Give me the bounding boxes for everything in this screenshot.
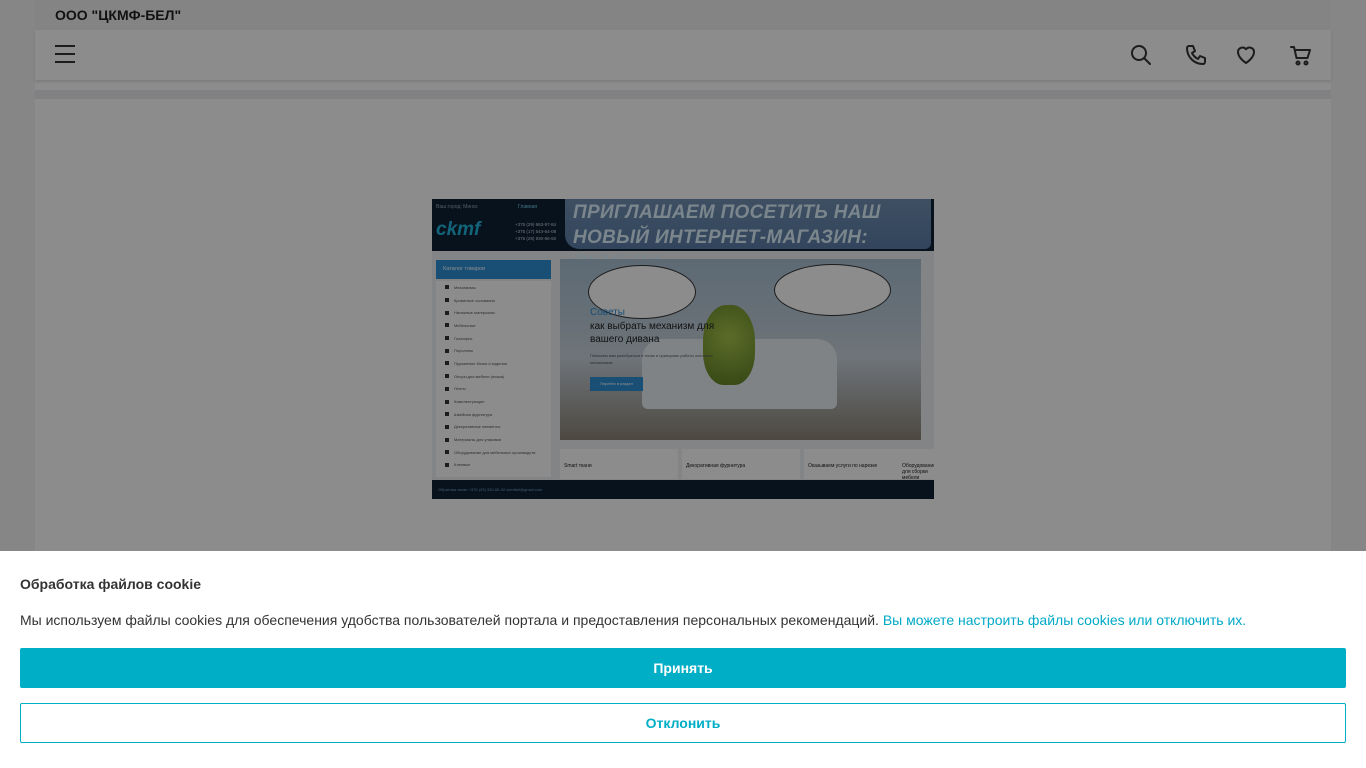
cookie-description: Мы используем файлы cookies для обеспече… [20,612,879,628]
cookie-settings-link[interactable]: Вы можете настроить файлы cookies или от… [883,612,1246,628]
accept-button[interactable]: Принять [20,648,1346,688]
cookie-text: Мы используем файлы cookies для обеспече… [20,612,1246,628]
cookie-title: Обработка файлов cookie [20,576,202,592]
cookie-banner: Обработка файлов cookie Мы используем фа… [0,551,1366,768]
decline-button[interactable]: Отклонить [20,703,1346,743]
